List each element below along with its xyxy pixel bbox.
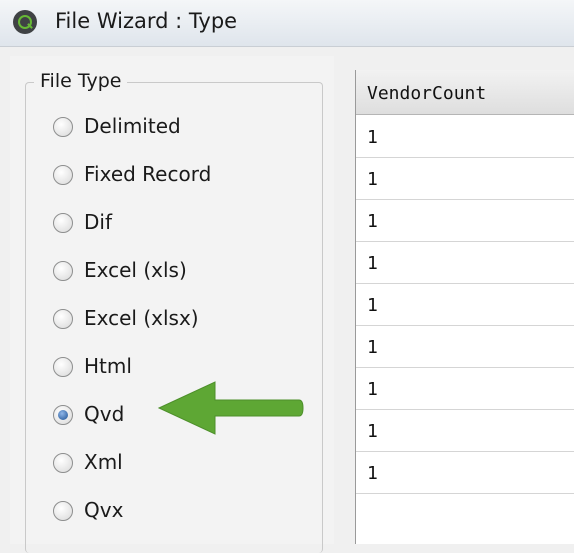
- radio-label[interactable]: Fixed Record: [84, 162, 211, 186]
- radio-label[interactable]: Dif: [84, 210, 112, 234]
- table-row[interactable]: 1: [356, 283, 574, 326]
- table-cell: 1: [367, 463, 378, 484]
- radio-button-selected-icon[interactable]: [53, 405, 73, 425]
- table-cell: 1: [367, 337, 378, 358]
- radio-label[interactable]: Qvx: [84, 498, 123, 522]
- radio-button-icon[interactable]: [53, 357, 73, 377]
- table-row[interactable]: 1: [356, 199, 574, 242]
- radio-button-icon[interactable]: [53, 261, 73, 281]
- radio-button-icon[interactable]: [53, 117, 73, 137]
- radio-button-icon[interactable]: [53, 165, 73, 185]
- radio-label[interactable]: Html: [84, 354, 132, 378]
- radio-label[interactable]: Delimited: [84, 114, 181, 138]
- table-cell: 1: [367, 127, 378, 148]
- table-cell: 1: [367, 421, 378, 442]
- radio-button-icon[interactable]: [53, 453, 73, 473]
- table-cell: 1: [367, 211, 378, 232]
- radio-label[interactable]: Xml: [84, 450, 123, 474]
- preview-grid[interactable]: VendorCount 1 1 1 1 1 1 1 1 1: [355, 70, 574, 544]
- qlikview-app-icon: [13, 10, 37, 34]
- radio-button-icon[interactable]: [53, 213, 73, 233]
- table-row[interactable]: 1: [356, 325, 574, 368]
- table-cell: 1: [367, 253, 378, 274]
- radio-label[interactable]: Qvd: [84, 402, 124, 426]
- table-row[interactable]: 1: [356, 367, 574, 410]
- file-type-panel: File Type Delimited Fixed Record Dif Exc…: [10, 56, 334, 553]
- column-header-label: VendorCount: [367, 83, 487, 104]
- file-type-legend: File Type: [34, 70, 128, 92]
- table-cell: 1: [367, 379, 378, 400]
- table-row[interactable]: 1: [356, 409, 574, 452]
- table-cell: 1: [367, 295, 378, 316]
- green-arrow-icon: [157, 381, 304, 435]
- window-title: File Wizard : Type: [55, 9, 238, 33]
- table-row[interactable]: 1: [356, 241, 574, 284]
- title-bar[interactable]: File Wizard : Type: [0, 0, 574, 47]
- table-cell: 1: [367, 169, 378, 190]
- table-row[interactable]: 1: [356, 115, 574, 158]
- table-row[interactable]: 1: [356, 451, 574, 494]
- column-header-vendorcount[interactable]: VendorCount: [356, 70, 574, 115]
- radio-label[interactable]: Excel (xlsx): [84, 306, 199, 330]
- radio-button-icon[interactable]: [53, 501, 73, 521]
- table-row[interactable]: 1: [356, 157, 574, 200]
- radio-button-icon[interactable]: [53, 309, 73, 329]
- radio-label[interactable]: Excel (xls): [84, 258, 187, 282]
